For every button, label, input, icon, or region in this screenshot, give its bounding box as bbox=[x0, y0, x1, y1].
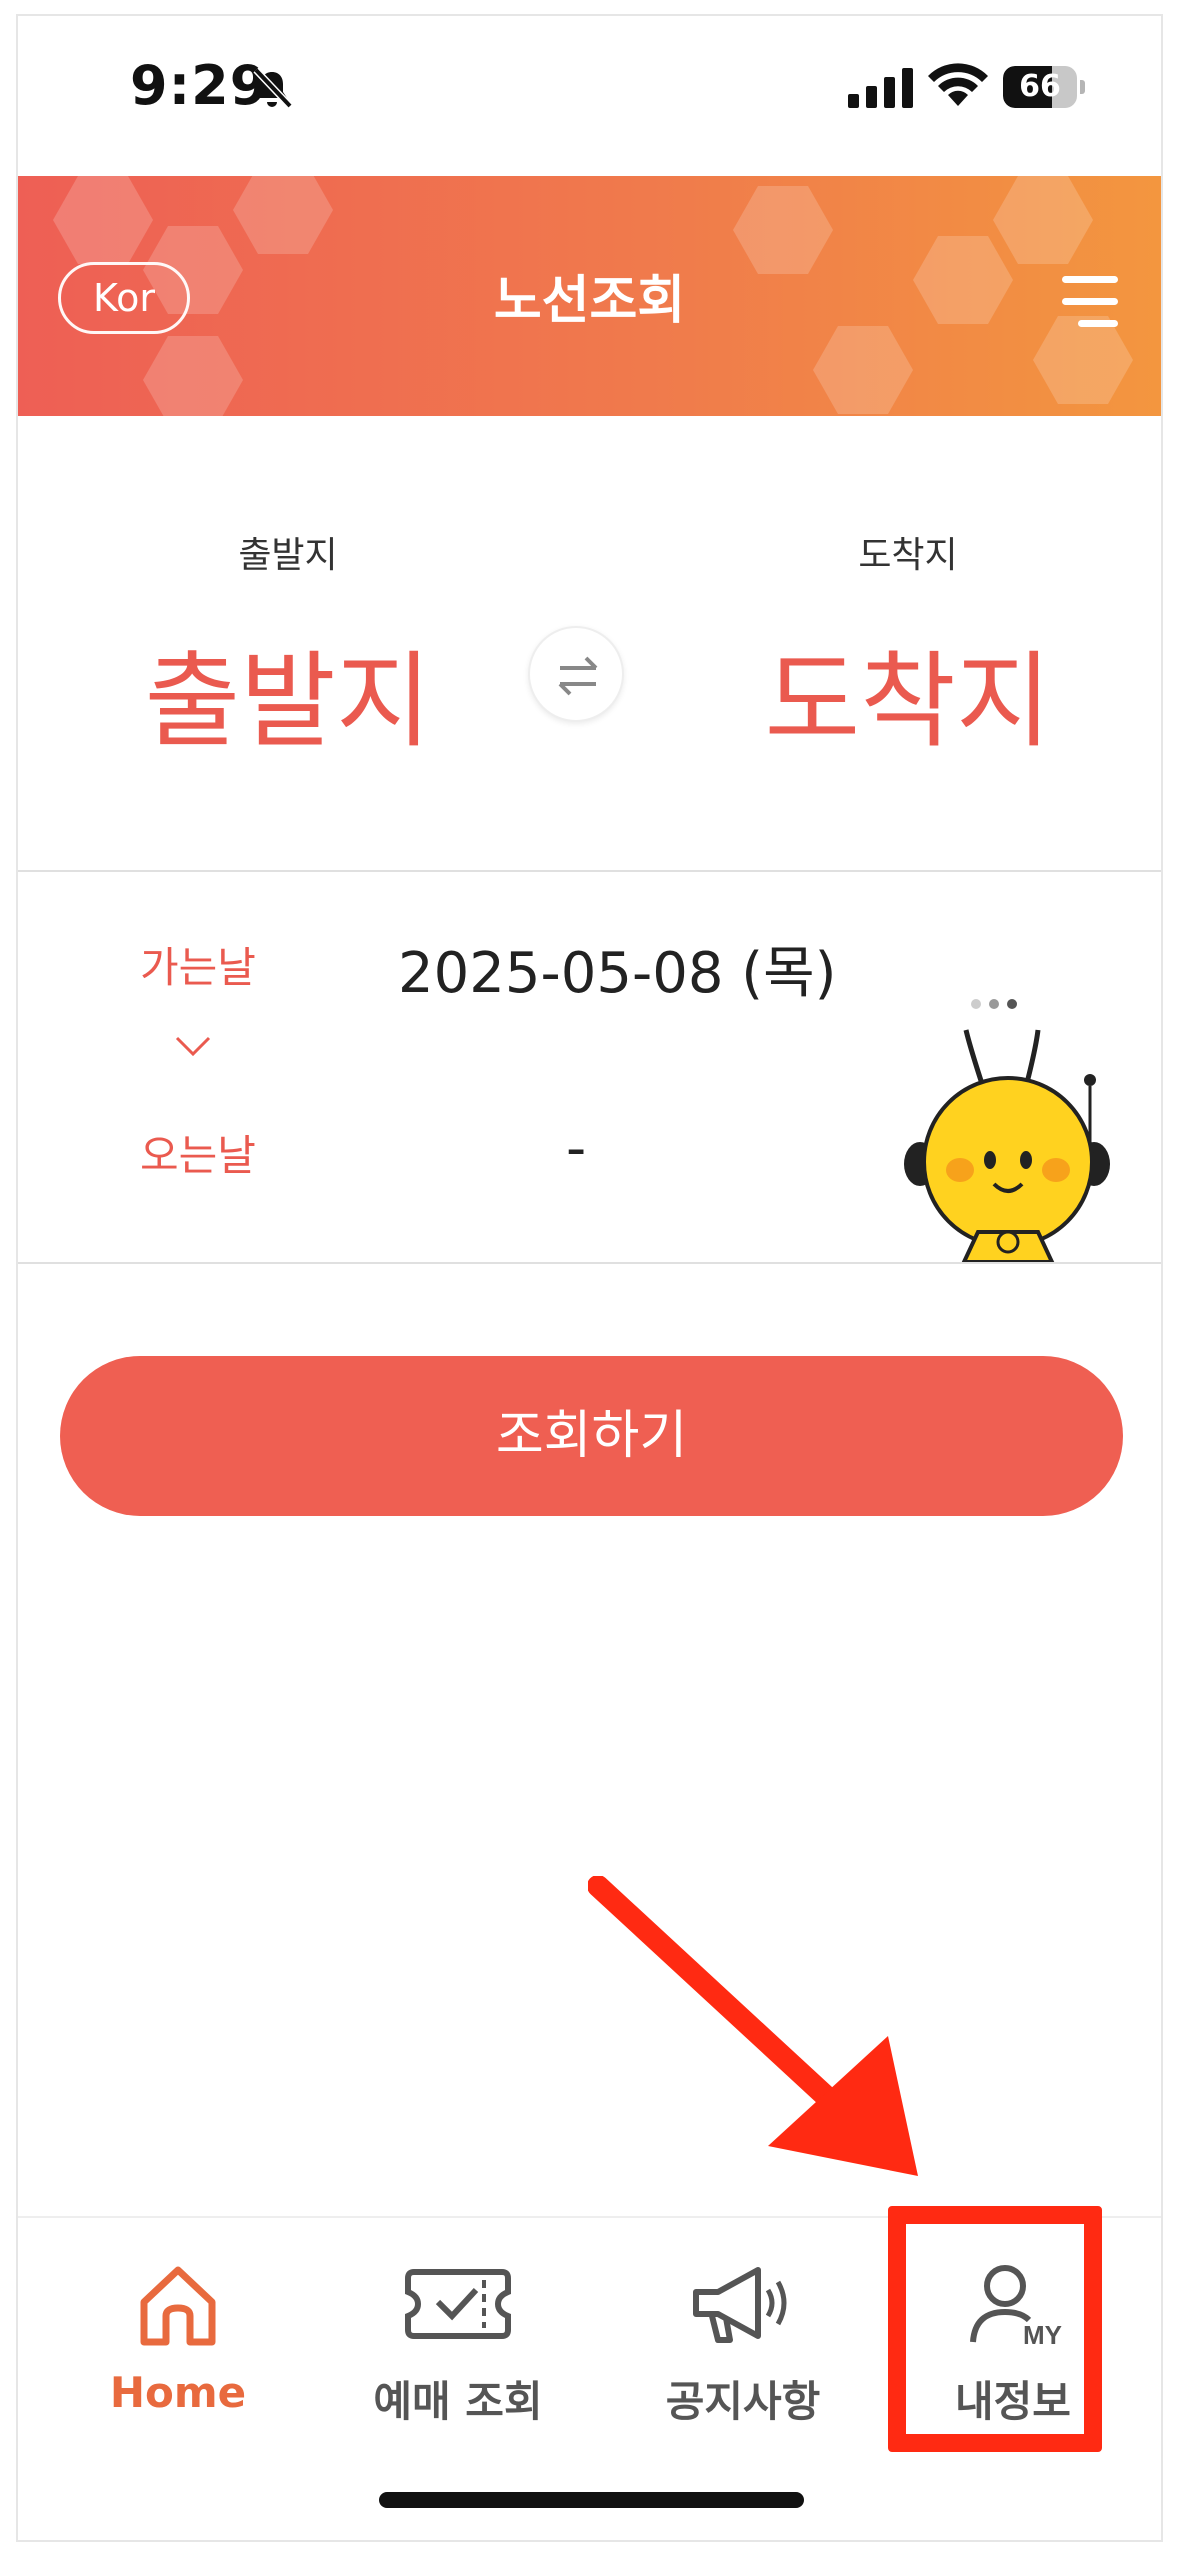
ticket-check-icon bbox=[405, 2269, 511, 2339]
status-bar: 9:29 66 bbox=[18, 16, 1161, 176]
bell-muted-icon bbox=[253, 67, 293, 109]
wifi-icon bbox=[928, 63, 988, 106]
annotation-arrow bbox=[588, 1876, 918, 2176]
home-indicator bbox=[379, 2492, 804, 2508]
departure-date-value[interactable]: 2025-05-08 (목) bbox=[398, 928, 836, 1009]
home-icon bbox=[140, 2266, 216, 2346]
route-selector: 출발지 출발지 도착지 도착지 bbox=[18, 416, 1161, 872]
cellular-signal-icon bbox=[848, 68, 913, 108]
nav-booking-inquiry[interactable]: 예매 조회 bbox=[318, 2218, 598, 2468]
nav-booking-inquiry-label: 예매 조회 bbox=[373, 2377, 543, 2426]
app-screen: 9:29 66 Kor 노선조회 출발지 출발지 도착지 도착지 가는날 202… bbox=[16, 14, 1163, 2542]
date-selector: 가는날 2025-05-08 (목) 오는날 - bbox=[18, 872, 1161, 1264]
nav-home-label: Home bbox=[109, 2368, 247, 2417]
nav-notices[interactable]: 공지사항 bbox=[603, 2218, 883, 2468]
battery-level: 66 bbox=[1019, 69, 1061, 104]
departure-date-label: 가는날 bbox=[140, 943, 256, 992]
page-title: 노선조회 bbox=[493, 271, 686, 331]
return-date-value[interactable]: - bbox=[566, 1116, 586, 1181]
departure-label: 출발지 bbox=[238, 535, 338, 576]
departure-select[interactable]: 출발지 bbox=[98, 616, 478, 767]
swap-arrows-icon bbox=[558, 656, 598, 696]
bee-mascot-icon[interactable] bbox=[898, 992, 1118, 1262]
return-date-label: 오는날 bbox=[140, 1131, 256, 1180]
nav-home[interactable]: Home bbox=[38, 2218, 318, 2468]
nav-notices-label: 공지사항 bbox=[665, 2377, 821, 2426]
status-time: 9:29 bbox=[130, 54, 269, 117]
hamburger-icon[interactable] bbox=[1058, 276, 1118, 332]
swap-route-button[interactable] bbox=[528, 626, 624, 722]
battery-icon: 66 bbox=[1003, 66, 1085, 108]
arrival-label: 도착지 bbox=[858, 535, 958, 576]
arrival-select[interactable]: 도착지 bbox=[718, 616, 1098, 767]
annotation-highlight-box bbox=[888, 2206, 1102, 2452]
search-button[interactable]: 조회하기 bbox=[60, 1356, 1123, 1516]
chevron-down-icon[interactable] bbox=[173, 1034, 213, 1060]
megaphone-icon bbox=[693, 2267, 787, 2343]
app-header: Kor 노선조회 bbox=[18, 176, 1161, 416]
